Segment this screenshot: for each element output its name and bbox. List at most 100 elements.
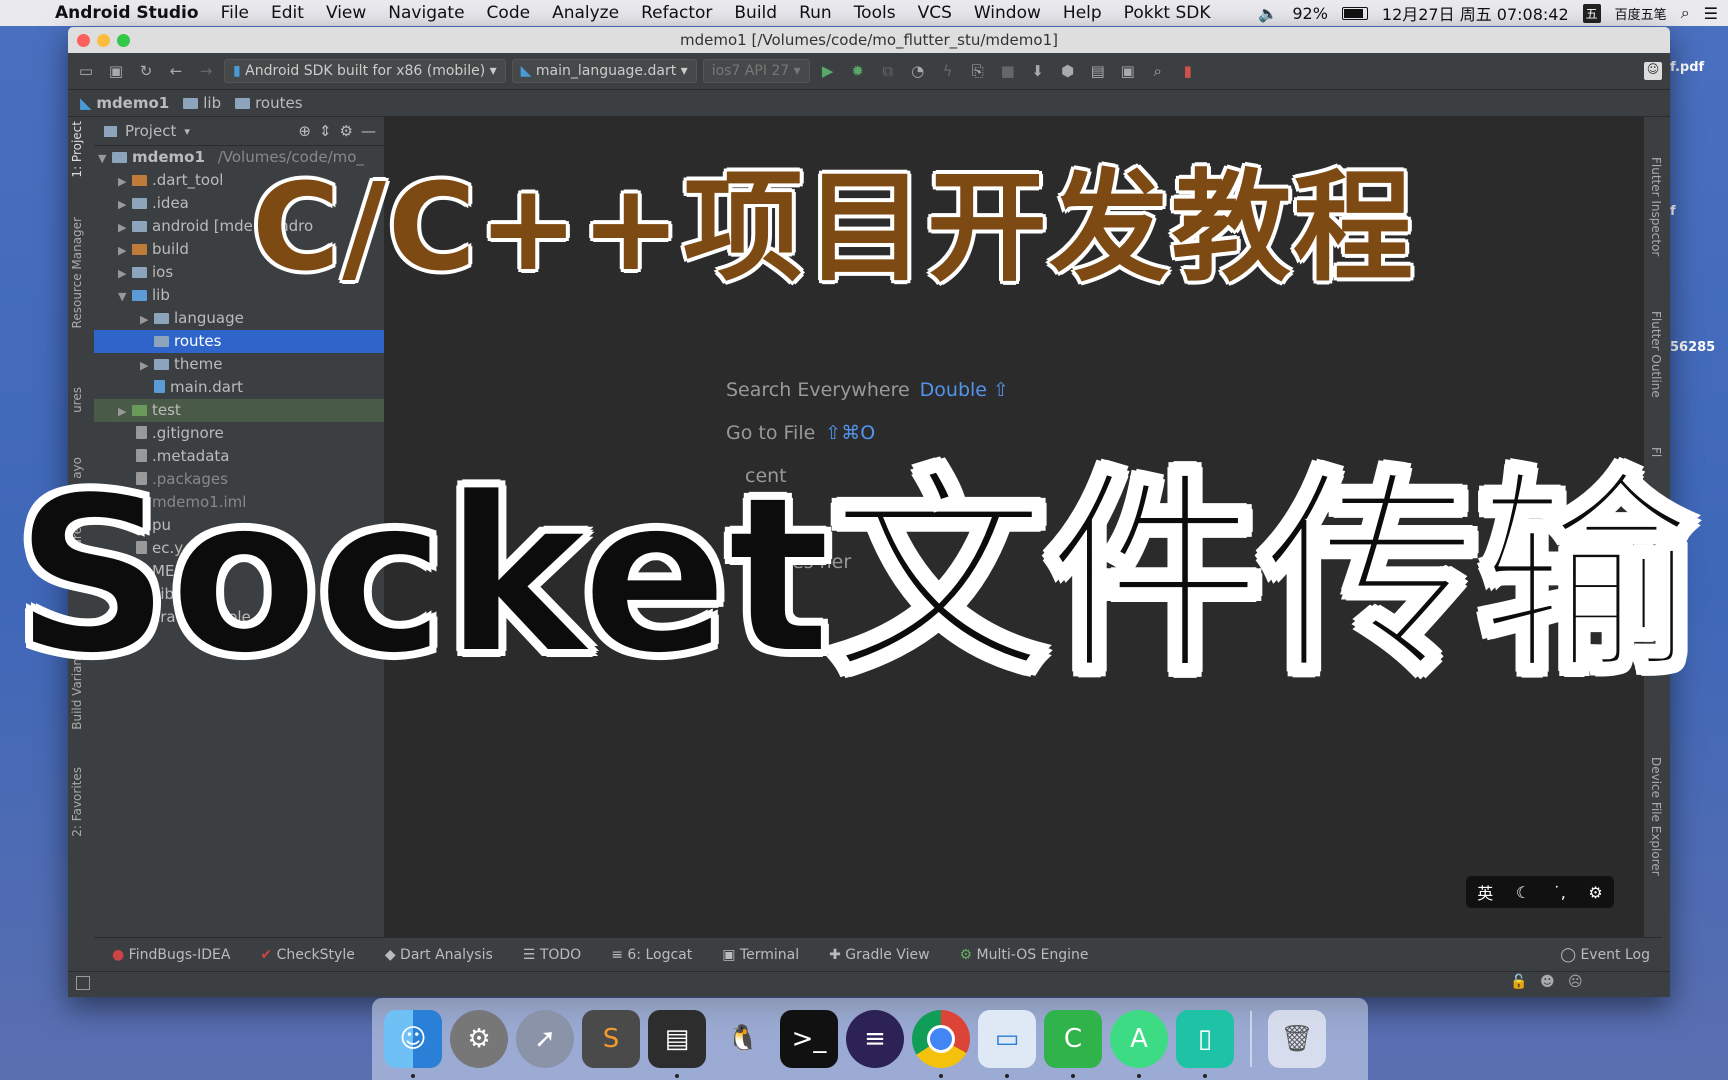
avd-manager-icon[interactable]: ⬢ (1056, 62, 1080, 80)
lock-icon[interactable]: 🔓 (1510, 974, 1527, 990)
trash-icon[interactable]: 🗑 (1268, 1010, 1326, 1068)
system-preferences-icon[interactable]: ⚙ (450, 1010, 508, 1068)
menu-view[interactable]: View (315, 3, 377, 23)
menu-edit[interactable]: Edit (260, 3, 315, 23)
tree-item[interactable]: ▶ theme (94, 353, 384, 376)
save-icon[interactable]: ▣ (104, 62, 128, 80)
tab-favorites[interactable]: 2: Favorites (70, 767, 84, 837)
project-view-selector[interactable]: Project (125, 122, 176, 140)
qq-icon[interactable]: 🐧 (714, 1010, 772, 1068)
menu-navigate[interactable]: Navigate (377, 3, 475, 23)
back-icon[interactable]: ← (164, 62, 188, 80)
hot-reload-icon[interactable]: ϟ (936, 62, 960, 80)
eclipse-icon[interactable]: ≡ (846, 1010, 904, 1068)
tab-flutter-inspector[interactable]: Flutter Inspector (1649, 157, 1663, 256)
keynote-icon[interactable]: ▭ (978, 1010, 1036, 1078)
monitor-app-icon[interactable]: ▤ (648, 1010, 706, 1078)
tree-item[interactable]: ▶ language (94, 307, 384, 330)
chrome-icon[interactable] (912, 1010, 970, 1078)
tree-item-selected[interactable]: routes (94, 330, 384, 353)
menu-vcs[interactable]: VCS (907, 3, 963, 23)
chevron-right-icon[interactable]: ▶ (140, 308, 154, 331)
tab-device-file-explorer[interactable]: Device File Explorer (1649, 757, 1663, 876)
tab-event-log[interactable]: ◯ Event Log (1560, 947, 1650, 963)
smiley-icon[interactable]: ☻ (1540, 974, 1555, 990)
notification-center-icon[interactable]: ☰ (1704, 4, 1718, 23)
menu-code[interactable]: Code (476, 3, 542, 23)
breadcrumb-routes[interactable]: routes (235, 94, 303, 112)
menu-build[interactable]: Build (723, 3, 788, 23)
desktop-file-pdf[interactable]: f.pdf (1670, 60, 1704, 75)
sdk-manager-icon[interactable]: ⬇ (1026, 62, 1050, 80)
profile-icon[interactable]: ◔ (906, 62, 930, 80)
debug-icon[interactable]: ✹ (846, 62, 870, 80)
sad-icon[interactable]: ☹ (1568, 974, 1583, 990)
chevron-down-icon[interactable]: ▼ (118, 285, 132, 308)
chevron-right-icon[interactable]: ▶ (118, 170, 132, 193)
chevron-right-icon[interactable]: ▶ (118, 239, 132, 262)
attach-icon[interactable]: ⧉ (876, 62, 900, 80)
tab-dart-analysis[interactable]: ◆ Dart Analysis (385, 947, 493, 963)
search-icon[interactable]: ⌕ (1146, 62, 1170, 80)
ime-name[interactable]: 百度五笔 (1615, 4, 1667, 23)
minimize-button[interactable] (97, 34, 110, 47)
menu-analyze[interactable]: Analyze (541, 3, 630, 23)
tab-flutter-outline[interactable]: Flutter Outline (1649, 311, 1663, 398)
user-icon[interactable]: ☺ (1644, 62, 1662, 80)
terminal-icon[interactable]: ▣ (1116, 62, 1140, 80)
battery-icon[interactable] (1341, 6, 1368, 20)
tab-todo[interactable]: ☰ TODO (523, 947, 581, 963)
chevron-right-icon[interactable]: ▶ (118, 216, 132, 239)
ios-device-selector[interactable]: ios7 API 27 ▾ (702, 59, 810, 83)
breadcrumb-lib[interactable]: lib (183, 94, 221, 112)
toggle-tool-windows-icon[interactable] (76, 976, 90, 990)
terminal-icon[interactable]: >_ (780, 1010, 838, 1068)
project-structure-icon[interactable]: ▤ (1086, 62, 1110, 80)
device-mirror-icon[interactable]: ▮ (1176, 62, 1200, 80)
menu-refactor[interactable]: Refactor (630, 3, 723, 23)
launchpad-icon[interactable]: ➚ (516, 1010, 574, 1068)
ime-icon[interactable]: 五 (1582, 3, 1601, 23)
punctuation-icon[interactable]: ˙, (1553, 883, 1566, 902)
sublime-text-icon[interactable]: S (582, 1010, 640, 1068)
apply-changes-icon[interactable]: ⎘ (966, 62, 990, 80)
chevron-right-icon[interactable]: ▶ (118, 193, 132, 216)
menu-help[interactable]: Help (1052, 3, 1113, 23)
open-folder-icon[interactable]: ▭ (74, 62, 98, 80)
tab-gradle-view[interactable]: ✚ Gradle View (829, 947, 929, 963)
android-studio-icon[interactable]: A (1110, 1010, 1168, 1078)
menu-file[interactable]: File (210, 3, 260, 23)
moon-icon[interactable]: ☾ (1516, 883, 1530, 902)
chevron-right-icon[interactable]: ▶ (118, 262, 132, 285)
clock[interactable]: 12月27日 周五 07:08:42 (1382, 1, 1569, 25)
chevron-right-icon[interactable]: ▶ (140, 354, 154, 377)
device-app-icon[interactable]: ▯ (1176, 1010, 1234, 1078)
close-button[interactable] (77, 34, 90, 47)
menu-app-name[interactable]: Android Studio (44, 3, 210, 23)
run-config-selector[interactable]: ◣ main_language.dart ▾ (511, 59, 697, 83)
tab-findbugs[interactable]: ● FindBugs-IDEA (112, 947, 230, 963)
tab-checkstyle[interactable]: ✔ CheckStyle (260, 947, 354, 963)
sync-icon[interactable]: ↻ (134, 62, 158, 80)
menu-tools[interactable]: Tools (843, 3, 907, 23)
menu-pokkt-sdk[interactable]: Pokkt SDK (1113, 3, 1222, 23)
stop-icon[interactable]: ■ (996, 62, 1020, 80)
camtasia-icon[interactable]: C (1044, 1010, 1102, 1078)
tab-logcat[interactable]: ≡ 6: Logcat (611, 947, 692, 963)
tree-item[interactable]: main.dart (94, 376, 384, 399)
finder-icon[interactable]: ☺ (384, 1010, 442, 1078)
menu-run[interactable]: Run (788, 3, 843, 23)
tab-resource-manager[interactable]: Resource Manager (70, 217, 84, 328)
desktop-file[interactable]: f (1670, 204, 1676, 219)
gear-icon[interactable]: ⚙ (1588, 883, 1602, 902)
search-icon[interactable]: ⌕ (1681, 3, 1690, 23)
chevron-down-icon[interactable]: ▼ (98, 147, 112, 170)
tab-terminal[interactable]: ▣ Terminal (722, 947, 799, 963)
breadcrumb-project[interactable]: ◣ mdemo1 (80, 94, 169, 112)
volume-icon[interactable]: 🔈 (1258, 4, 1278, 23)
menu-window[interactable]: Window (963, 3, 1052, 23)
device-selector[interactable]: ▮ Android SDK built for x86 (mobile) ▾ (224, 59, 506, 83)
tab-multi-os-engine[interactable]: ⚙ Multi-OS Engine (960, 947, 1089, 963)
tab-project[interactable]: 1: Project (70, 121, 84, 178)
chevron-down-icon[interactable]: ▾ (184, 125, 190, 138)
